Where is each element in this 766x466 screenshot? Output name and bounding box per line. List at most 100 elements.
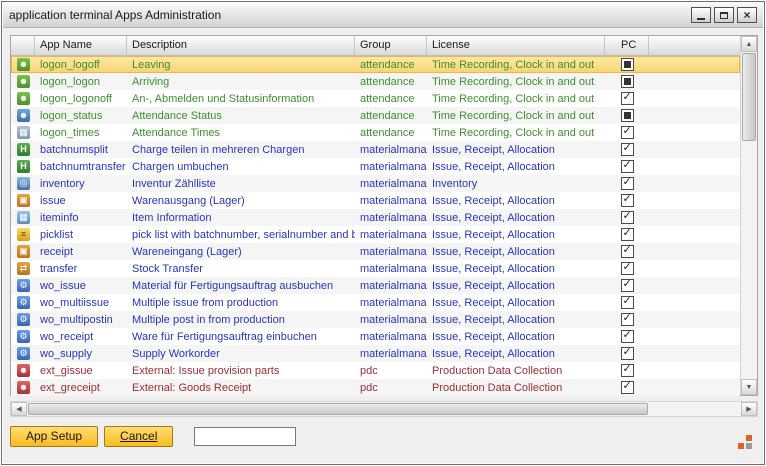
pc-checkbox[interactable]	[621, 75, 634, 88]
scroll-right-button[interactable]: ▶	[741, 402, 757, 416]
description-cell: Item Information	[127, 212, 355, 224]
pc-checkbox[interactable]	[621, 194, 634, 207]
table-row[interactable]: logon_status Attendance Status attendanc…	[11, 107, 740, 124]
app-icon	[17, 347, 30, 360]
pc-checkbox[interactable]	[621, 228, 634, 241]
table-row[interactable]: wo_multiissue Multiple issue from produc…	[11, 294, 740, 311]
license-cell: Time Recording, Clock in and out	[427, 93, 605, 105]
horizontal-scrollbar[interactable]: ◀ ▶	[10, 401, 758, 417]
scroll-down-button[interactable]: ▼	[741, 379, 757, 395]
table-row[interactable]: receipt Wareneingang (Lager) materialman…	[11, 243, 740, 260]
header-license[interactable]: License	[427, 36, 605, 55]
description-cell: Inventur Zählliste	[127, 178, 355, 190]
app-setup-button[interactable]: App Setup	[10, 426, 98, 447]
group-cell: pdc	[355, 365, 427, 377]
pc-checkbox[interactable]	[621, 262, 634, 275]
license-cell: Time Recording, Clock in and out	[427, 127, 605, 139]
table-row[interactable]: transfer Stock Transfer materialmanageme…	[11, 260, 740, 277]
table-row[interactable]: iteminfo Item Information materialmanage…	[11, 209, 740, 226]
horizontal-scroll-thumb[interactable]	[28, 403, 648, 415]
app-name-cell: logon_logoff	[35, 59, 127, 71]
table-row[interactable]: ext_greceipt External: Goods Receipt pdc…	[11, 379, 740, 396]
table-row[interactable]: inventory Inventur Zählliste materialman…	[11, 175, 740, 192]
app-icon	[17, 364, 30, 377]
table-row[interactable]: wo_issue Material für Fertigungsauftrag …	[11, 277, 740, 294]
app-icon	[17, 381, 30, 394]
table-row[interactable]: logon_logonoff An-, Abmelden und Statusi…	[11, 90, 740, 107]
group-cell: materialmanagement	[355, 195, 427, 207]
apps-table: App Name Description Group License PC lo…	[10, 35, 758, 396]
pc-checkbox[interactable]	[621, 279, 634, 292]
app-name-cell: iteminfo	[35, 212, 127, 224]
header-description[interactable]: Description	[127, 36, 355, 55]
group-cell: attendance	[355, 76, 427, 88]
group-cell: materialmanagement	[355, 348, 427, 360]
license-cell: Issue, Receipt, Allocation	[427, 195, 605, 207]
pc-checkbox[interactable]	[621, 347, 634, 360]
app-icon	[17, 279, 30, 292]
table-row[interactable]: batchnumsplit Charge teilen in mehreren …	[11, 141, 740, 158]
license-cell: Production Data Collection	[427, 365, 605, 377]
table-row[interactable]: logon_times Attendance Times attendance …	[11, 124, 740, 141]
resize-grip-icon[interactable]	[738, 435, 752, 449]
pc-checkbox[interactable]	[621, 160, 634, 173]
license-cell: Time Recording, Clock in and out	[427, 76, 605, 88]
description-cell: Leaving	[127, 59, 355, 71]
vertical-scroll-thumb[interactable]	[742, 53, 756, 141]
description-cell: Attendance Status	[127, 110, 355, 122]
pc-checkbox[interactable]	[621, 126, 634, 139]
pc-checkbox[interactable]	[621, 313, 634, 326]
pc-checkbox[interactable]	[621, 296, 634, 309]
scroll-left-button[interactable]: ◀	[11, 402, 27, 416]
app-icon	[17, 296, 30, 309]
vertical-scrollbar[interactable]: ▲ ▼	[740, 36, 757, 395]
close-button[interactable]: ×	[737, 7, 757, 23]
scroll-up-button[interactable]: ▲	[741, 36, 757, 52]
table-row[interactable]: picklist pick list with batchnumber, ser…	[11, 226, 740, 243]
pc-checkbox[interactable]	[621, 92, 634, 105]
titlebar[interactable]: application terminal Apps Administration…	[3, 3, 763, 28]
app-name-cell: logon_status	[35, 110, 127, 122]
license-cell: Issue, Receipt, Allocation	[427, 161, 605, 173]
pc-checkbox[interactable]	[621, 330, 634, 343]
app-icon	[17, 330, 30, 343]
pc-checkbox[interactable]	[621, 109, 634, 122]
pc-checkbox[interactable]	[621, 245, 634, 258]
header-pc[interactable]: PC	[605, 36, 649, 55]
table-row[interactable]: logon_logon Arriving attendance Time Rec…	[11, 73, 740, 90]
app-name-cell: issue	[35, 195, 127, 207]
app-icon	[17, 313, 30, 326]
group-cell: attendance	[355, 110, 427, 122]
app-icon	[17, 109, 30, 122]
table-row[interactable]: wo_supply Supply Workorder materialmanag…	[11, 345, 740, 362]
pc-checkbox[interactable]	[621, 381, 634, 394]
pc-checkbox[interactable]	[621, 177, 634, 190]
table-row[interactable]: issue Warenausgang (Lager) materialmanag…	[11, 192, 740, 209]
table-row[interactable]: wo_receipt Ware für Fertigungsauftrag ei…	[11, 328, 740, 345]
pc-checkbox[interactable]	[621, 211, 634, 224]
description-cell: Ware für Fertigungsauftrag einbuchen	[127, 331, 355, 343]
app-icon	[17, 177, 30, 190]
header-app-name[interactable]: App Name	[35, 36, 127, 55]
table-row[interactable]: logon_logoff Leaving attendance Time Rec…	[11, 56, 740, 73]
maximize-button[interactable]	[714, 7, 734, 23]
footer-text-input[interactable]	[194, 427, 296, 446]
app-name-cell: wo_receipt	[35, 331, 127, 343]
app-icon	[17, 228, 30, 241]
minimize-button[interactable]	[691, 7, 711, 23]
license-cell: Issue, Receipt, Allocation	[427, 229, 605, 241]
table-row[interactable]: wo_multipostin Multiple post in from pro…	[11, 311, 740, 328]
description-cell: Multiple issue from production	[127, 297, 355, 309]
license-cell: Issue, Receipt, Allocation	[427, 212, 605, 224]
pc-checkbox[interactable]	[621, 143, 634, 156]
table-row[interactable]: ext_gissue External: Issue provision par…	[11, 362, 740, 379]
pc-checkbox[interactable]	[621, 364, 634, 377]
pc-checkbox[interactable]	[621, 58, 634, 71]
app-name-cell: logon_times	[35, 127, 127, 139]
cancel-button[interactable]: Cancel	[104, 426, 173, 447]
app-name-cell: inventory	[35, 178, 127, 190]
license-cell: Inventory	[427, 178, 605, 190]
header-group[interactable]: Group	[355, 36, 427, 55]
app-icon	[17, 194, 30, 207]
table-row[interactable]: batchnumtransfer Chargen umbuchen materi…	[11, 158, 740, 175]
